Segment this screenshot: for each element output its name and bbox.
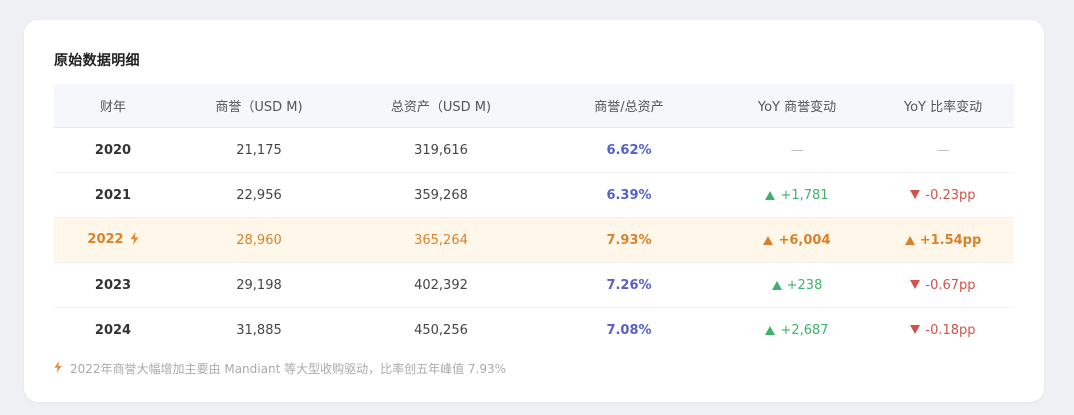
cell-goodwill: 22,956 (236, 187, 282, 203)
cell-total-assets: 365,264 (414, 232, 468, 248)
cell-yoy-goodwill: +2,687 (722, 323, 872, 338)
triangle-down-icon (910, 324, 921, 334)
cell-year: 2020 (94, 142, 132, 158)
header-ratio: 商誉/总资产 (594, 100, 664, 115)
header-fiscal-year: 财年 (99, 100, 126, 115)
yoy-goodwill-value: +2,687 (780, 322, 829, 338)
triangle-up-icon (771, 280, 782, 290)
cell-ratio: 6.39% (606, 187, 652, 203)
table-row: 2021 22,956 359,268 6.39% +1,781 -0.23pp (54, 173, 1014, 218)
cell-yoy-goodwill: +6,004 (722, 233, 872, 248)
triangle-up-icon (904, 235, 915, 245)
cell-goodwill: 31,885 (236, 322, 282, 338)
cell-ratio: 6.62% (606, 142, 652, 158)
cell-ratio: 7.08% (606, 322, 652, 338)
table-row: 2020 21,175 319,616 6.62% — — (54, 128, 1014, 173)
cell-year: 2021 (94, 187, 132, 203)
cell-yoy-ratio: -0.18pp (872, 323, 1014, 338)
cell-yoy-ratio: +1.54pp (872, 233, 1014, 248)
triangle-up-icon (763, 235, 774, 245)
yoy-ratio-value: -0.23pp (925, 187, 976, 203)
table-header: 财年 商誉（USD M) 总资产（USD M) 商誉/总资产 YoY 商誉变动 … (54, 84, 1014, 128)
yoy-goodwill-value: +238 (786, 277, 823, 293)
yoy-ratio-value: -0.67pp (925, 277, 976, 293)
cell-yoy-ratio: -0.67pp (872, 278, 1014, 293)
table-row: 2023 29,198 402,392 7.26% +238 -0.67pp (54, 263, 1014, 308)
header-yoy-ratio: YoY 比率变动 (903, 100, 983, 115)
section-title: 原始数据明细 (54, 53, 140, 69)
header-yoy-goodwill: YoY 商誉变动 (757, 100, 837, 115)
lightning-bolt-icon (130, 231, 139, 249)
lightning-bolt-icon (54, 361, 62, 376)
cell-goodwill: 28,960 (236, 232, 282, 248)
footnote-text: 2022年商誉大幅增加主要由 Mandiant 等大型收购驱动，比率创五年峰值 … (70, 362, 507, 376)
cell-yoy-goodwill: — (790, 142, 804, 158)
triangle-down-icon (910, 279, 921, 289)
cell-ratio: 7.93% (606, 232, 652, 248)
triangle-down-icon (910, 189, 921, 199)
cell-goodwill: 29,198 (236, 277, 282, 293)
cell-year: 2023 (94, 277, 132, 293)
yoy-ratio-value: +1.54pp (919, 232, 982, 248)
header-goodwill: 商誉（USD M) (215, 100, 303, 115)
data-table: 财年 商誉（USD M) 总资产（USD M) 商誉/总资产 YoY 商誉变动 … (54, 84, 1014, 352)
cell-year: 2024 (94, 322, 132, 338)
cell-total-assets: 319,616 (414, 142, 468, 158)
yoy-ratio-value: -0.18pp (925, 322, 976, 338)
table-row-highlighted: 2022 28,960 365,264 7.93% +6,004 +1.54pp (54, 218, 1014, 263)
cell-total-assets: 450,256 (414, 322, 468, 338)
cell-yoy-ratio: -0.23pp (872, 188, 1014, 203)
cell-ratio: 7.26% (606, 277, 652, 293)
yoy-goodwill-value: +1,781 (780, 187, 829, 203)
cell-total-assets: 359,268 (414, 187, 468, 203)
cell-yoy-goodwill: +238 (722, 278, 872, 293)
triangle-up-icon (765, 190, 776, 200)
triangle-up-icon (765, 325, 776, 335)
cell-goodwill: 21,175 (236, 142, 282, 158)
yoy-goodwill-value: +6,004 (778, 232, 831, 248)
cell-total-assets: 402,392 (414, 277, 468, 293)
cell-yoy-goodwill: +1,781 (722, 188, 872, 203)
cell-yoy-ratio: — (936, 142, 950, 158)
header-total-assets: 总资产（USD M) (390, 100, 492, 115)
table-row: 2024 31,885 450,256 7.08% +2,687 -0.18pp (54, 308, 1014, 352)
data-detail-card: 原始数据明细 财年 商誉（USD M) 总资产（USD M) 商誉/总资产 Yo… (24, 20, 1044, 402)
cell-year: 2022 (54, 231, 172, 249)
footnote: 2022年商誉大幅增加主要由 Mandiant 等大型收购驱动，比率创五年峰值 … (54, 360, 506, 377)
year-value: 2022 (87, 231, 124, 247)
